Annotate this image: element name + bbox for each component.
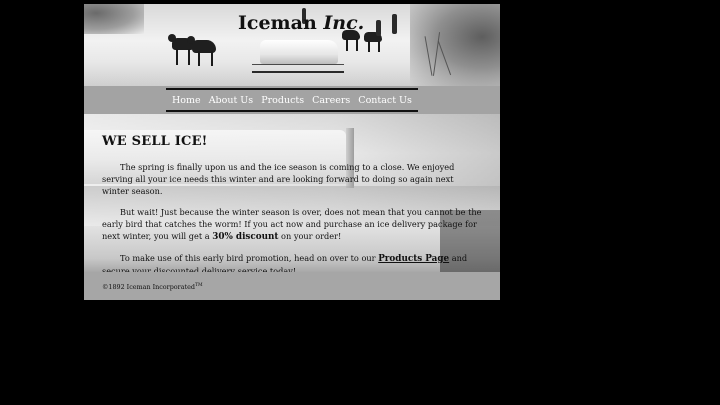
page-heading: WE SELL ICE! — [102, 134, 208, 149]
header-banner: Iceman Inc. — [84, 4, 500, 86]
copyright-notice: ©1892 Iceman IncorporatedTM — [102, 283, 203, 291]
main-navigation: Home About Us Products Careers Contact U… — [166, 88, 418, 112]
horse-image — [187, 36, 195, 44]
horse-leg — [368, 41, 370, 52]
products-page-link[interactable]: Products Page — [378, 254, 449, 264]
brand-name: Iceman — [238, 12, 317, 34]
cta-paragraph: To make use of this early bird promotion… — [102, 252, 482, 272]
cta-text: To make use of this early bird promotion… — [120, 253, 379, 263]
promo-text-end: on your order! — [278, 231, 342, 241]
nav-home-link[interactable]: Home — [172, 95, 201, 106]
horse-leg — [211, 51, 213, 66]
horse-leg — [198, 51, 200, 66]
main-content: WE SELL ICE! The spring is finally upon … — [84, 114, 500, 272]
nav-careers-link[interactable]: Careers — [312, 95, 350, 106]
copyright-text: ©1892 Iceman Incorporated — [102, 283, 195, 292]
nav-products-link[interactable]: Products — [261, 95, 304, 106]
site-container: Iceman Inc. Home About Us Products Caree… — [84, 4, 500, 300]
nav-contact-link[interactable]: Contact Us — [358, 95, 412, 106]
promo-paragraph: But wait! Just because the winter season… — [102, 206, 482, 243]
horse-leg — [346, 39, 348, 51]
horse-leg — [356, 39, 358, 51]
site-logo-title[interactable]: Iceman Inc. — [238, 12, 364, 34]
horse-leg — [188, 49, 190, 65]
site-footer: ©1892 Iceman IncorporatedTM — [84, 272, 500, 300]
banner-shadow-right — [410, 4, 500, 86]
person-figure — [392, 14, 397, 34]
banner-shadow-left — [84, 4, 144, 34]
trademark-symbol: TM — [194, 283, 203, 288]
nav-about-link[interactable]: About Us — [209, 95, 254, 106]
intro-paragraph: The spring is finally upon us and the ic… — [102, 162, 455, 196]
brand-suffix: Inc. — [323, 12, 365, 34]
horse-image — [168, 34, 176, 42]
sled — [252, 64, 344, 73]
horse-leg — [176, 49, 178, 65]
person-figure — [376, 20, 381, 36]
discount-highlight: 30% discount — [212, 232, 279, 242]
ice-block-load — [260, 40, 338, 64]
article: WE SELL ICE! The spring is finally upon … — [102, 134, 482, 272]
horse-leg — [378, 41, 380, 52]
